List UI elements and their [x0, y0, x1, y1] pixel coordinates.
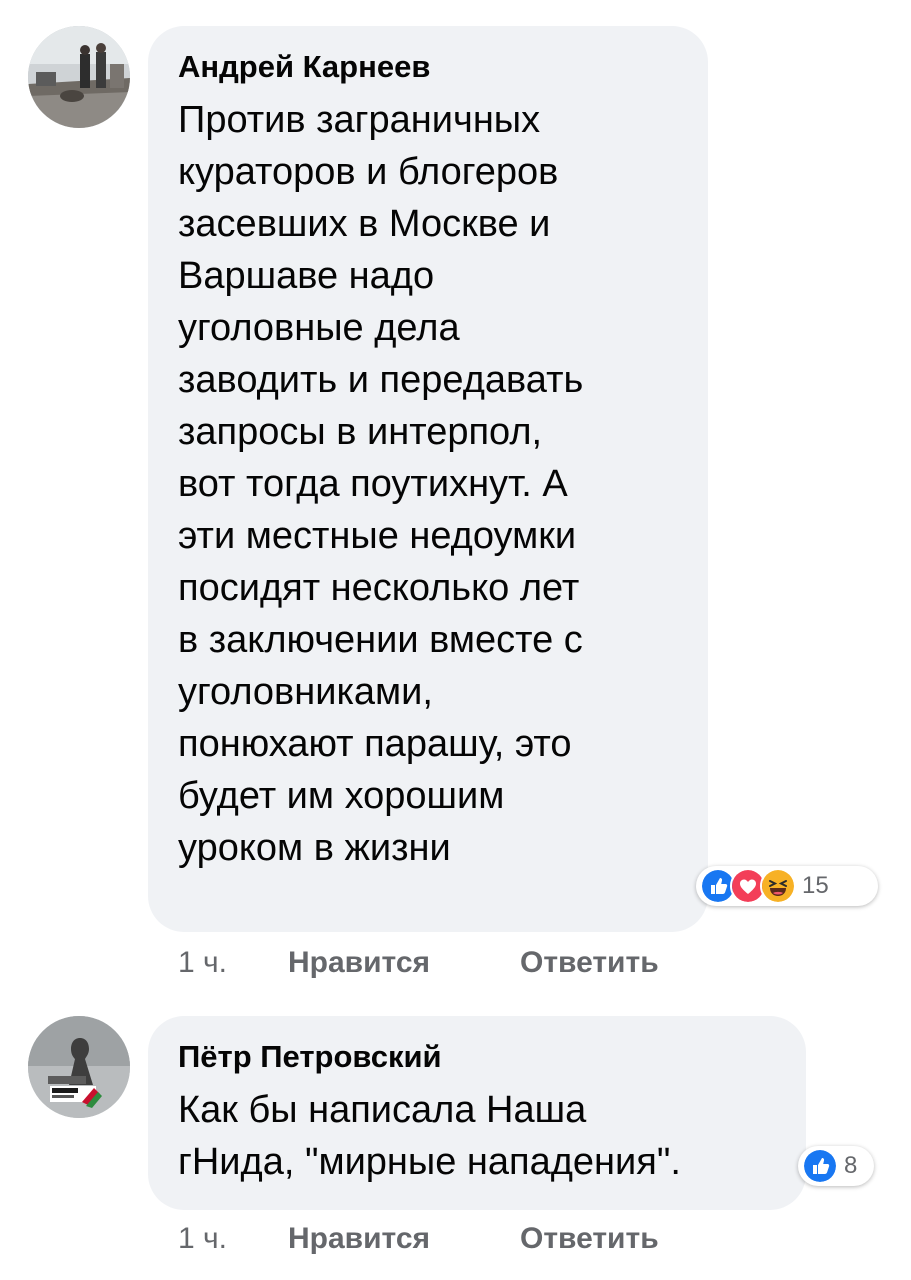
reactions-summary[interactable]: 8: [798, 1146, 874, 1186]
comment-bubble: Пётр Петровский Как бы написала Наша гНи…: [148, 1016, 806, 1210]
avatar[interactable]: [28, 1016, 130, 1118]
reply-button[interactable]: Ответить: [520, 946, 659, 980]
comment-bubble: Андрей Карнеев Против заграничных курато…: [148, 26, 708, 932]
avatar[interactable]: [28, 26, 130, 128]
reaction-count: 15: [802, 872, 829, 899]
comment-actions: 1 ч. Нравится Ответить: [178, 1222, 659, 1256]
like-icon: [802, 1148, 838, 1184]
reactions-summary[interactable]: 15: [696, 866, 878, 906]
comment-text: Как бы написала Наша гНида, "мирные напа…: [178, 1089, 681, 1183]
avatar-photo-icon: [28, 26, 130, 128]
comment-author[interactable]: Андрей Карнеев: [178, 48, 678, 86]
like-button[interactable]: Нравится: [288, 1222, 520, 1256]
comment-actions: 1 ч. Нравится Ответить: [178, 946, 659, 980]
comment-time[interactable]: 1 ч.: [178, 946, 288, 980]
comment-author[interactable]: Пётр Петровский: [178, 1038, 776, 1076]
like-button[interactable]: Нравится: [288, 946, 520, 980]
avatar-photo-icon: [28, 1016, 130, 1118]
reply-button[interactable]: Ответить: [520, 1222, 659, 1256]
comment-text: Против заграничных кураторов и блогеров …: [178, 99, 584, 869]
comment-time[interactable]: 1 ч.: [178, 1222, 288, 1256]
haha-icon: [760, 868, 796, 904]
reaction-count: 8: [844, 1152, 858, 1179]
